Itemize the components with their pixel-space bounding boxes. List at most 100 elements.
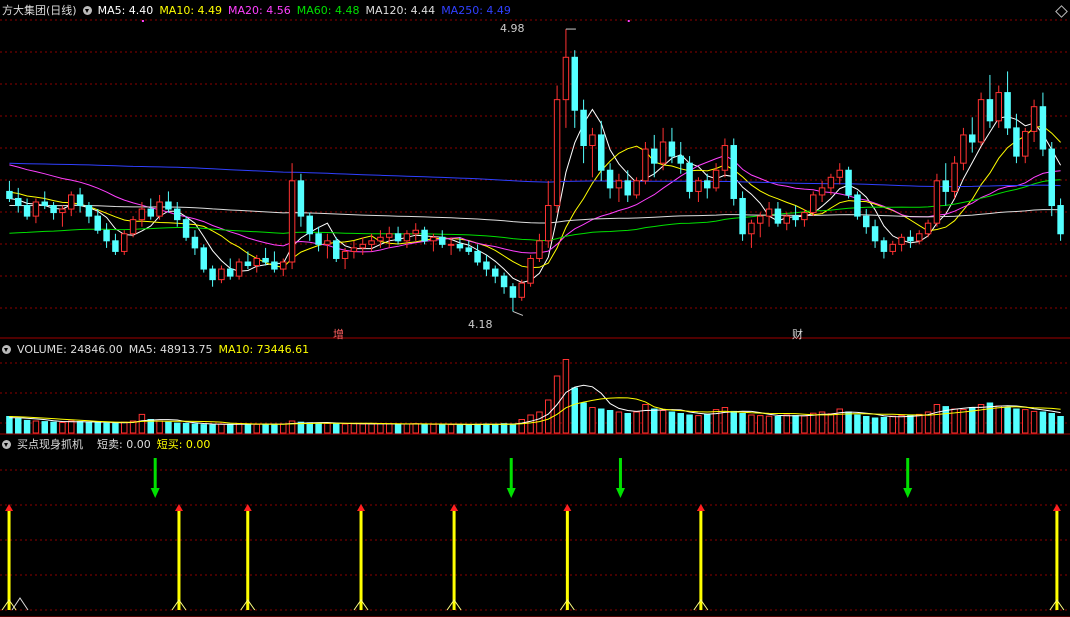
candle-body	[1030, 106, 1038, 132]
candle-body	[916, 233, 923, 242]
volume-bar	[350, 423, 358, 434]
sell-signal-stem	[153, 458, 157, 488]
volume-bar	[545, 399, 552, 434]
candle-body	[500, 275, 508, 288]
candle-body	[818, 187, 826, 196]
volume-bar	[1004, 407, 1011, 434]
candle-body	[474, 250, 481, 263]
candle-body	[209, 268, 216, 281]
candle-body	[712, 169, 720, 189]
buy-signal-bar	[359, 510, 363, 610]
volume-bar	[977, 404, 985, 434]
volume-bar	[1057, 416, 1064, 434]
volume-bar	[209, 424, 216, 434]
chart-canvas[interactable]	[0, 0, 1070, 617]
candle-body	[368, 240, 375, 245]
volume-bar	[386, 423, 393, 434]
buy-signal-bar	[699, 510, 703, 610]
candle-body	[757, 215, 764, 224]
dropdown-icon[interactable]	[2, 440, 11, 449]
candle-body	[871, 226, 879, 242]
buy-signal-bar	[1055, 510, 1059, 610]
candle-body	[23, 205, 31, 217]
volume-bar	[59, 422, 66, 434]
volume-bar	[615, 411, 623, 434]
candle-body	[262, 257, 269, 263]
volume-bar	[898, 415, 905, 434]
volume-bar	[863, 416, 870, 434]
candle-body	[1022, 130, 1029, 157]
candle-body	[960, 134, 967, 164]
volume-bar	[774, 416, 782, 434]
sell-signal-stem	[906, 458, 910, 488]
candle-body	[880, 240, 888, 252]
buy-arrow-icon	[357, 504, 366, 511]
dropdown-icon[interactable]	[2, 345, 11, 354]
candle-body	[483, 261, 490, 270]
volume-bar	[165, 421, 172, 434]
volume-bar	[695, 415, 702, 434]
volume-bar	[589, 407, 596, 434]
volume-bar	[68, 420, 75, 434]
candle-body	[297, 180, 305, 217]
candle-body	[138, 208, 146, 221]
volume-bar	[606, 410, 614, 434]
volume-bar	[880, 416, 888, 434]
candle-body	[403, 233, 411, 242]
candle-body	[924, 222, 932, 235]
volume-bar	[686, 414, 693, 434]
candle-body	[598, 134, 605, 171]
candle-body	[377, 236, 384, 242]
candle-body	[1004, 92, 1011, 129]
dropdown-icon[interactable]	[82, 6, 92, 15]
candle-body	[174, 208, 181, 221]
candle-body	[580, 109, 587, 147]
volume-bar	[6, 416, 13, 434]
event-marker-right: 财	[792, 328, 803, 341]
candle-body	[341, 250, 349, 259]
candle-body	[306, 215, 313, 235]
candle-body	[15, 197, 22, 207]
volume-ma5: MA5: 48913.75	[128, 343, 213, 356]
candle-body	[977, 99, 985, 143]
buy-signal-bar	[452, 510, 456, 610]
volume-bar	[403, 423, 411, 434]
volume-bar	[783, 414, 790, 434]
volume-bar	[315, 422, 322, 434]
volume-bar	[359, 423, 366, 434]
volume-bar	[377, 423, 384, 434]
candle-body	[624, 180, 631, 196]
volume-bar	[739, 413, 746, 434]
volume-bar	[271, 423, 278, 434]
candle-body	[456, 243, 464, 249]
volume-bar	[412, 423, 419, 434]
volume-bar	[1030, 410, 1038, 434]
ma-indicator: MA60: 4.48	[296, 4, 360, 17]
volume-bar	[439, 423, 446, 434]
volume-bar	[76, 421, 84, 434]
volume-bar	[509, 423, 517, 434]
volume-bar	[430, 423, 437, 434]
volume-bar	[907, 414, 914, 434]
candle-body	[545, 205, 552, 242]
candle-body	[898, 236, 905, 245]
candle-body	[59, 208, 66, 214]
candle-body	[147, 208, 154, 217]
volume-bar	[447, 424, 455, 434]
candle-body	[165, 201, 172, 210]
ma60-line	[9, 179, 1061, 241]
volume-bar	[474, 423, 481, 434]
volume-bar	[986, 402, 994, 434]
volume-bar	[227, 423, 234, 434]
volume-bar	[580, 402, 587, 434]
stock-chart-window[interactable]: 方大集团(日线) MA5: 4.40 MA10: 4.49 MA20: 4.56 MA6…	[0, 0, 1070, 617]
volume-bar	[500, 423, 508, 434]
candle-body	[85, 205, 93, 217]
candle-body	[439, 236, 446, 245]
signal-title: 买点现身抓机	[17, 438, 83, 451]
candle-body	[121, 233, 128, 252]
buy-arrow-icon	[696, 504, 705, 511]
ma-indicator: MA250: 4.49	[441, 4, 511, 17]
volume-bar	[889, 415, 896, 434]
ma-indicator: MA120: 4.44	[365, 4, 436, 17]
